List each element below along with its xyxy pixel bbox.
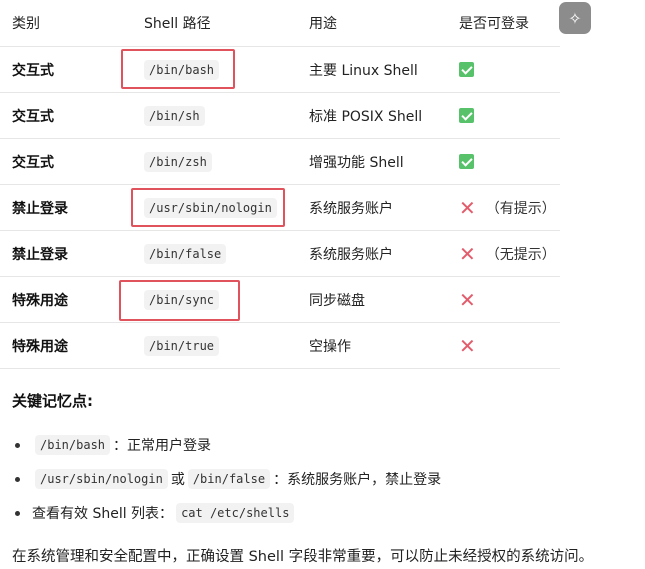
row-use: 增强功能 Shell [309, 154, 404, 171]
cross-icon: ✕ [459, 241, 476, 266]
check-icon [459, 108, 474, 123]
inline-code: /bin/bash [35, 435, 111, 455]
row-login: ✕ [459, 277, 476, 322]
row-login: ✕ [459, 323, 476, 368]
item-text: ：正常用户登录 [113, 438, 212, 454]
key-points-list: /bin/bash ：正常用户登录 /usr/sbin/nologin 或 /b… [12, 428, 441, 530]
check-icon [459, 154, 474, 169]
row-use: 主要 Linux Shell [309, 62, 418, 79]
row-login [459, 139, 474, 184]
row-use: 空操作 [309, 338, 351, 355]
row-path: /bin/sh [144, 93, 205, 138]
path-code: /usr/sbin/nologin [144, 197, 277, 218]
item-text: 或 [170, 472, 185, 488]
row-category: 交互式 [12, 62, 54, 79]
table-row: 交互式 /bin/bash 主要 Linux Shell [0, 47, 560, 93]
magic-wand-icon[interactable]: ✧ [559, 2, 591, 34]
row-login: ✕ （无提示） [459, 231, 556, 276]
row-login [459, 93, 474, 138]
table-header: 类别 Shell 路径 用途 是否可登录 [0, 0, 560, 47]
login-note: （有提示） [485, 200, 556, 217]
row-category: 禁止登录 [12, 200, 68, 217]
list-item: /usr/sbin/nologin 或 /bin/false ：系统服务账户，禁… [12, 462, 441, 496]
item-text: 查看有效 Shell 列表： [32, 506, 174, 522]
row-login: ✕ （有提示） [459, 185, 556, 230]
inline-code: /usr/sbin/nologin [35, 469, 168, 489]
header-use: 用途 [309, 16, 337, 32]
key-points-title: 关键记忆点: [12, 392, 93, 410]
row-path: /bin/true [144, 323, 220, 368]
table-row: 特殊用途 /bin/true 空操作 ✕ [0, 323, 560, 369]
inline-code: cat /etc/shells [176, 503, 295, 523]
row-path: /usr/sbin/nologin [144, 185, 277, 230]
path-code: /bin/bash [144, 59, 220, 80]
page: 类别 Shell 路径 用途 是否可登录 交互式 /bin/bash 主要 Li… [0, 0, 645, 569]
cross-icon: ✕ [459, 287, 476, 312]
shell-table: 类别 Shell 路径 用途 是否可登录 交互式 /bin/bash 主要 Li… [0, 0, 560, 369]
cross-icon: ✕ [459, 333, 476, 358]
inline-code: /bin/false [187, 469, 271, 489]
login-note: （无提示） [485, 246, 556, 263]
cross-icon: ✕ [459, 195, 476, 220]
check-icon [459, 62, 474, 77]
path-code: /bin/sync [144, 289, 220, 310]
item-text: ：系统服务账户，禁止登录 [273, 472, 442, 488]
row-category: 特殊用途 [12, 292, 68, 309]
table-row: 禁止登录 /bin/false 系统服务账户 ✕ （无提示） [0, 231, 560, 277]
row-category: 交互式 [12, 154, 54, 171]
header-login: 是否可登录 [459, 16, 529, 32]
row-path: /bin/sync [144, 277, 220, 322]
row-category: 交互式 [12, 108, 54, 125]
row-use: 同步磁盘 [309, 292, 365, 309]
row-category: 禁止登录 [12, 246, 68, 263]
row-login [459, 47, 474, 92]
header-path: Shell 路径 [144, 16, 211, 32]
path-code: /bin/sh [144, 105, 205, 126]
table-row: 交互式 /bin/sh 标准 POSIX Shell [0, 93, 560, 139]
row-path: /bin/false [144, 231, 227, 276]
path-code: /bin/false [144, 243, 227, 264]
row-use: 系统服务账户 [309, 246, 393, 263]
table-row: 交互式 /bin/zsh 增强功能 Shell [0, 139, 560, 185]
table-row: 特殊用途 /bin/sync 同步磁盘 ✕ [0, 277, 560, 323]
row-use: 标准 POSIX Shell [309, 108, 423, 125]
path-code: /bin/true [144, 335, 220, 356]
header-category: 类别 [12, 16, 40, 32]
list-item: 查看有效 Shell 列表： cat /etc/shells [12, 496, 441, 530]
row-path: /bin/bash [144, 47, 220, 92]
row-path: /bin/zsh [144, 139, 212, 184]
row-category: 特殊用途 [12, 338, 68, 355]
path-code: /bin/zsh [144, 151, 212, 172]
list-item: /bin/bash ：正常用户登录 [12, 428, 441, 462]
footer-text: 在系统管理和安全配置中，正确设置 Shell 字段非常重要，可以防止未经授权的系… [12, 549, 594, 565]
table-row: 禁止登录 /usr/sbin/nologin 系统服务账户 ✕ （有提示） [0, 185, 560, 231]
row-use: 系统服务账户 [309, 200, 393, 217]
